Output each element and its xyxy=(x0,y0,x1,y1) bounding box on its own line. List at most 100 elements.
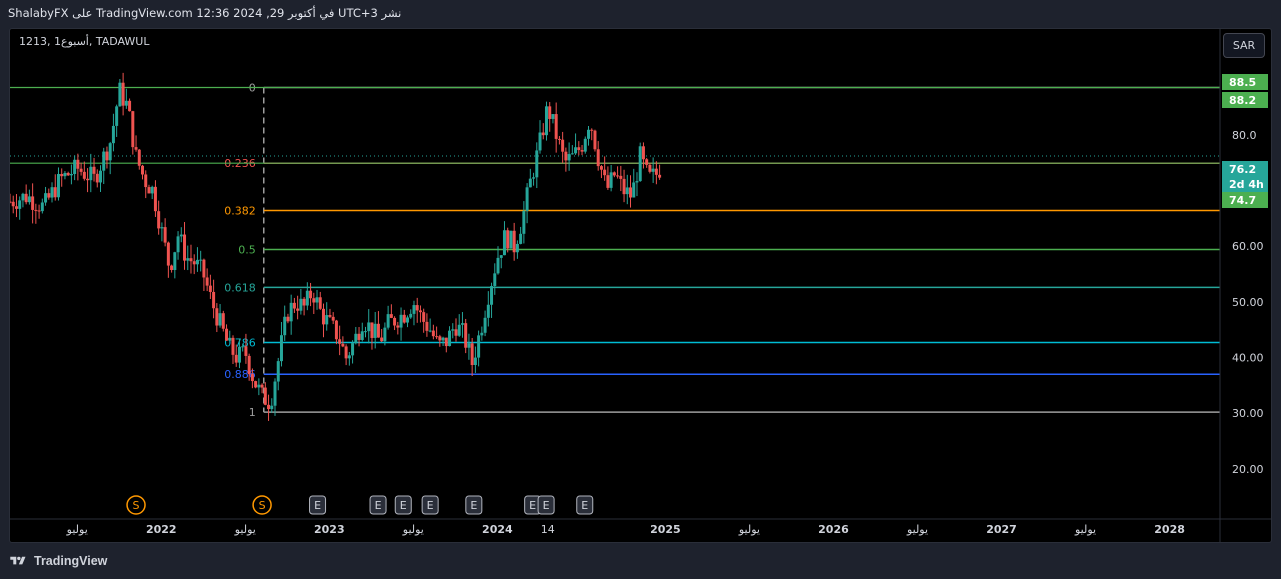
candle-body xyxy=(567,154,571,161)
candle-body xyxy=(364,331,368,333)
candle-body xyxy=(493,273,497,287)
candle-body xyxy=(24,193,28,203)
currency-button[interactable]: SAR xyxy=(1223,33,1265,58)
candle-body xyxy=(360,331,364,340)
candle-body xyxy=(34,209,38,211)
x-tick-label: 2023 xyxy=(314,523,345,536)
candle-body xyxy=(289,302,293,322)
candle-body xyxy=(179,234,183,237)
price-badge-label: 88.5 xyxy=(1229,76,1256,89)
candle-body xyxy=(234,354,238,363)
candle-body xyxy=(406,317,410,323)
candle-body xyxy=(186,258,190,261)
candle-body xyxy=(76,159,80,169)
earnings-marker-label: E xyxy=(314,499,321,512)
candle-body xyxy=(428,330,432,332)
candle-body xyxy=(609,172,613,188)
y-tick-label: 50.00 xyxy=(1232,296,1264,309)
candle-body xyxy=(370,322,374,338)
candle-body xyxy=(467,343,471,348)
y-tick-label: 20.00 xyxy=(1232,463,1264,476)
candle-body xyxy=(522,210,526,234)
candle-body xyxy=(386,314,390,328)
fib-level-label: 0.618 xyxy=(224,281,256,294)
candle-body xyxy=(157,211,161,229)
candle-body xyxy=(480,332,484,336)
candle-body xyxy=(509,230,513,249)
candle-body xyxy=(603,169,607,176)
candle-body xyxy=(183,234,187,261)
candle-body xyxy=(195,259,199,265)
y-tick-label: 60.00 xyxy=(1232,240,1264,253)
x-tick-label: يوليو xyxy=(402,523,424,536)
candle-body xyxy=(199,259,203,261)
candle-body xyxy=(121,82,125,106)
candle-body xyxy=(425,321,429,331)
candle-body xyxy=(357,333,361,340)
candle-body xyxy=(89,166,93,181)
x-tick-label: 2026 xyxy=(818,523,849,536)
candle-body xyxy=(347,355,351,359)
candle-body xyxy=(331,316,335,321)
candle-body xyxy=(561,139,565,152)
candle-body xyxy=(460,323,464,325)
x-tick-label: 2022 xyxy=(146,523,177,536)
candle-body xyxy=(325,315,329,325)
candle-body xyxy=(477,335,481,358)
candle-body xyxy=(596,149,600,167)
candle-body xyxy=(202,259,206,278)
candle-body xyxy=(47,193,51,198)
candle-body xyxy=(225,328,229,341)
candle-body xyxy=(296,308,300,311)
price-badge-label: 74.7 xyxy=(1229,194,1256,207)
candle-body xyxy=(124,100,128,106)
candle-body xyxy=(309,290,313,299)
candle-body xyxy=(160,227,164,229)
candle-body xyxy=(538,132,542,151)
candle-body xyxy=(189,258,193,262)
candle-body xyxy=(150,186,154,194)
candle-body xyxy=(418,310,422,313)
candle-body xyxy=(134,147,138,150)
x-tick-label: يوليو xyxy=(234,523,256,536)
chart-panel[interactable]: 00.2360.3820.50.6180.7860.8861 20.0030.0… xyxy=(9,28,1272,543)
earnings-marker-label: E xyxy=(400,499,407,512)
candle-body xyxy=(276,361,280,382)
candle-body xyxy=(393,317,397,326)
candle-body xyxy=(383,327,387,342)
fib-level-label: 0.5 xyxy=(238,244,256,257)
candle-body xyxy=(63,172,67,177)
candle-body xyxy=(622,178,626,195)
candle-body xyxy=(247,355,251,375)
candle-body xyxy=(454,329,458,336)
candle-body xyxy=(79,168,83,172)
candle-body xyxy=(176,236,180,253)
candle-body xyxy=(250,374,254,382)
candle-body xyxy=(170,265,174,271)
candle-body xyxy=(231,337,235,355)
candle-body xyxy=(215,308,219,326)
candle-body xyxy=(367,322,371,332)
price-badge-label: 76.2 xyxy=(1229,163,1256,176)
candle-body xyxy=(399,314,403,328)
candle-body xyxy=(415,305,419,311)
price-chart[interactable]: 00.2360.3820.50.6180.7860.8861 20.0030.0… xyxy=(10,29,1272,543)
candle-body xyxy=(270,405,274,410)
candle-body xyxy=(557,138,561,140)
candle-body xyxy=(435,336,439,338)
candle-body xyxy=(21,193,25,201)
candle-body xyxy=(351,343,355,356)
candle-body xyxy=(658,174,662,178)
candle-body xyxy=(95,173,99,183)
candle-body xyxy=(409,313,413,318)
x-tick-label: يوليو xyxy=(66,523,88,536)
y-tick-label: 30.00 xyxy=(1232,407,1264,420)
x-tick-label: 14 xyxy=(541,523,555,536)
fib-level-label: 0.382 xyxy=(224,205,256,218)
candle-body xyxy=(115,106,119,126)
candle-body xyxy=(92,166,96,174)
candle-body xyxy=(305,290,309,306)
candle-body xyxy=(422,312,426,322)
candle-body xyxy=(535,150,539,178)
candle-body xyxy=(554,114,558,139)
